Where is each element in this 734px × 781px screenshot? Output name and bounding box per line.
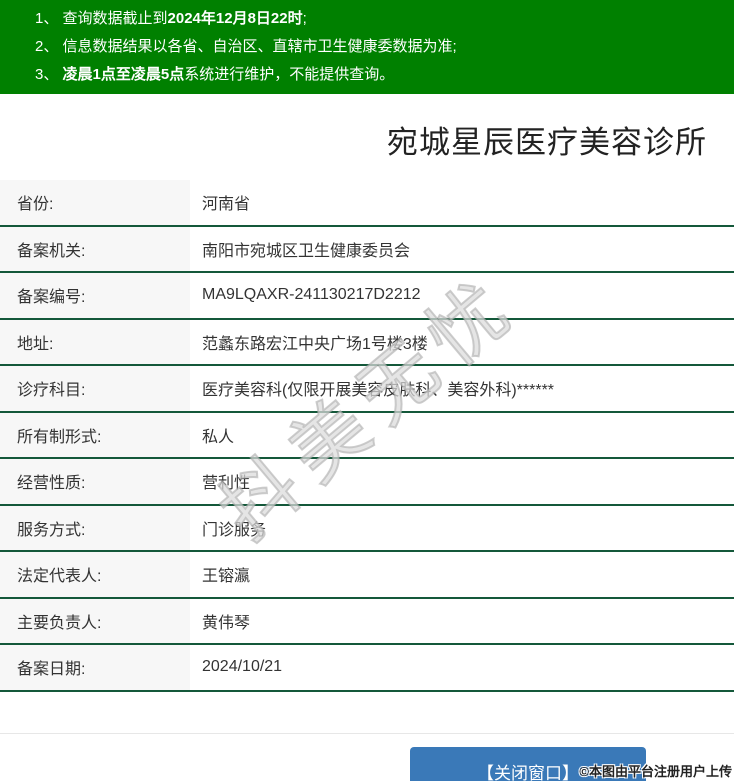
row-label-legal-representative: 法定代表人:: [0, 552, 190, 597]
notice-1-bold: 2024年12月8日22时: [168, 10, 303, 27]
notice-line-1: 1、 查询数据截止到2024年12月8日22时;: [35, 5, 724, 33]
notice-1-tail: ;: [303, 10, 307, 27]
row-label-filing-authority: 备案机关:: [0, 227, 190, 272]
row-value-ownership: 私人: [190, 413, 734, 458]
table-row: 省份: 河南省: [0, 180, 734, 227]
row-value-legal-representative: 王镕瀛: [190, 552, 734, 597]
table-row: 服务方式: 门诊服务: [0, 506, 734, 553]
table-row: 所有制形式: 私人: [0, 413, 734, 460]
notice-3-tail: 系统进行维护，不能提供查询。: [184, 66, 394, 83]
row-label-address: 地址:: [0, 320, 190, 365]
table-row: 诊疗科目: 医疗美容科(仅限开展美容皮肤科、美容外科)******: [0, 366, 734, 413]
upload-copyright-stamp: ©本图由平台注册用户上传: [579, 761, 732, 780]
row-value-service-mode: 门诊服务: [190, 506, 734, 551]
row-label-ownership: 所有制形式:: [0, 413, 190, 458]
row-label-service-mode: 服务方式:: [0, 506, 190, 551]
notice-line-3: 3、 凌晨1点至凌晨5点系统进行维护，不能提供查询。: [35, 61, 724, 89]
notice-3-text: 3、: [35, 66, 63, 83]
page-title: 宛城星辰医疗美容诊所: [387, 117, 707, 162]
row-value-departments: 医疗美容科(仅限开展美容皮肤科、美容外科)******: [190, 366, 734, 411]
row-value-filing-authority: 南阳市宛城区卫生健康委员会: [190, 227, 734, 272]
notice-3-bold: 凌晨1点至凌晨5点: [63, 66, 185, 83]
row-label-filing-date: 备案日期:: [0, 645, 190, 690]
table-row: 经营性质: 营利性: [0, 459, 734, 506]
row-label-filing-number: 备案编号:: [0, 273, 190, 318]
row-label-departments: 诊疗科目:: [0, 366, 190, 411]
footer-divider: [0, 733, 734, 734]
record-table: 省份: 河南省 备案机关: 南阳市宛城区卫生健康委员会 备案编号: MA9LQA…: [0, 180, 734, 692]
row-label-province: 省份:: [0, 180, 190, 225]
table-row: 备案编号: MA9LQAXR-241130217D2212: [0, 273, 734, 320]
notice-2-text: 2、 信息数据结果以各省、自治区、直辖市卫生健康委数据为准;: [35, 38, 457, 55]
table-row: 备案日期: 2024/10/21: [0, 645, 734, 692]
row-value-filing-number: MA9LQAXR-241130217D2212: [190, 273, 734, 318]
row-label-principal: 主要负责人:: [0, 599, 190, 644]
table-row: 主要负责人: 黄伟琴: [0, 599, 734, 646]
table-row: 地址: 范蠡东路宏江中央广场1号楼3楼: [0, 320, 734, 367]
table-row: 备案机关: 南阳市宛城区卫生健康委员会: [0, 227, 734, 274]
title-area: 宛城星辰医疗美容诊所: [0, 94, 734, 180]
record-query-page: 1、 查询数据截止到2024年12月8日22时; 2、 信息数据结果以各省、自治…: [0, 0, 734, 781]
notice-banner: 1、 查询数据截止到2024年12月8日22时; 2、 信息数据结果以各省、自治…: [0, 0, 734, 94]
row-value-address: 范蠡东路宏江中央广场1号楼3楼: [190, 320, 734, 365]
table-row: 法定代表人: 王镕瀛: [0, 552, 734, 599]
notice-line-2: 2、 信息数据结果以各省、自治区、直辖市卫生健康委数据为准;: [35, 33, 724, 61]
row-label-business-nature: 经营性质:: [0, 459, 190, 504]
notice-1-text: 1、 查询数据截止到: [35, 10, 168, 27]
row-value-business-nature: 营利性: [190, 459, 734, 504]
row-value-filing-date: 2024/10/21: [190, 645, 734, 690]
row-value-principal: 黄伟琴: [190, 599, 734, 644]
row-value-province: 河南省: [190, 180, 734, 225]
